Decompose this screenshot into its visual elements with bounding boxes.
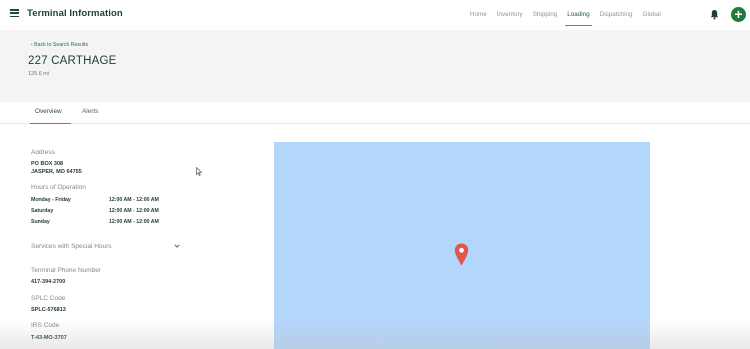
bell-icon[interactable] bbox=[710, 9, 719, 20]
hours-row: Monday - Friday 12:00 AM - 12:00 AM bbox=[31, 197, 159, 203]
irs-value: T-43-MO-3707 bbox=[31, 335, 67, 341]
nav-home[interactable]: Home bbox=[470, 0, 487, 30]
hours-time: 12:00 AM - 12:00 AM bbox=[109, 197, 159, 203]
hours-day: Saturday bbox=[31, 208, 54, 214]
address-line1: PO BOX 308 bbox=[31, 161, 64, 167]
nav-loading[interactable]: Loading bbox=[565, 0, 593, 30]
app-title: Terminal Information bbox=[27, 8, 123, 19]
main-nav: Home Inventory Shipping Loading Dispatch… bbox=[470, 0, 671, 30]
tab-overview[interactable]: Overview bbox=[35, 108, 62, 115]
nav-dispatching[interactable]: Dispatching bbox=[600, 0, 633, 30]
phone-value: 417-394-2700 bbox=[31, 279, 66, 285]
active-tab-indicator bbox=[30, 122, 71, 124]
address-label: Address bbox=[31, 149, 55, 156]
hours-label: Hours of Operation bbox=[31, 184, 86, 191]
hours-time: 12:00 AM - 12:00 AM bbox=[109, 208, 159, 214]
hours-day: Sunday bbox=[31, 219, 50, 225]
back-to-search-link[interactable]: ‹ Back to Search Results bbox=[31, 42, 88, 48]
add-button[interactable]: + bbox=[731, 7, 746, 22]
phone-label: Terminal Phone Number bbox=[31, 267, 102, 274]
mouse-cursor-icon bbox=[196, 167, 202, 176]
chevron-down-icon[interactable] bbox=[174, 243, 180, 249]
splc-value: SPLC-576813 bbox=[31, 307, 66, 313]
tab-bar: Overview Alerts bbox=[0, 102, 750, 124]
hours-row: Saturday 12:00 AM - 12:00 AM bbox=[31, 208, 159, 214]
back-link-label: Back to Search Results bbox=[34, 42, 89, 48]
map-pin-icon[interactable] bbox=[454, 243, 469, 266]
hours-time: 12:00 AM - 12:00 AM bbox=[109, 219, 159, 225]
top-nav-bar: Terminal Information Home Inventory Ship… bbox=[0, 0, 750, 30]
plus-icon: + bbox=[734, 6, 743, 22]
hours-row: Sunday 12:00 AM - 12:00 AM bbox=[31, 219, 159, 225]
hours-day: Monday - Friday bbox=[31, 197, 71, 203]
address-line2: JASPER, MO 64755 bbox=[31, 169, 82, 175]
nav-global[interactable]: Global bbox=[643, 0, 661, 30]
nav-shipping[interactable]: Shipping bbox=[533, 0, 558, 30]
distance-text: 125.6 mi bbox=[28, 71, 50, 77]
splc-label: SPLC Code bbox=[31, 295, 66, 302]
hamburger-menu-icon[interactable] bbox=[10, 9, 19, 18]
irs-label: IRS Code bbox=[31, 322, 60, 329]
page-title: 227 CARTHAGE bbox=[28, 55, 117, 67]
tab-alerts[interactable]: Alerts bbox=[82, 108, 98, 115]
nav-inventory[interactable]: Inventory bbox=[497, 0, 523, 30]
special-hours-toggle[interactable]: Services with Special Hours bbox=[31, 243, 181, 250]
